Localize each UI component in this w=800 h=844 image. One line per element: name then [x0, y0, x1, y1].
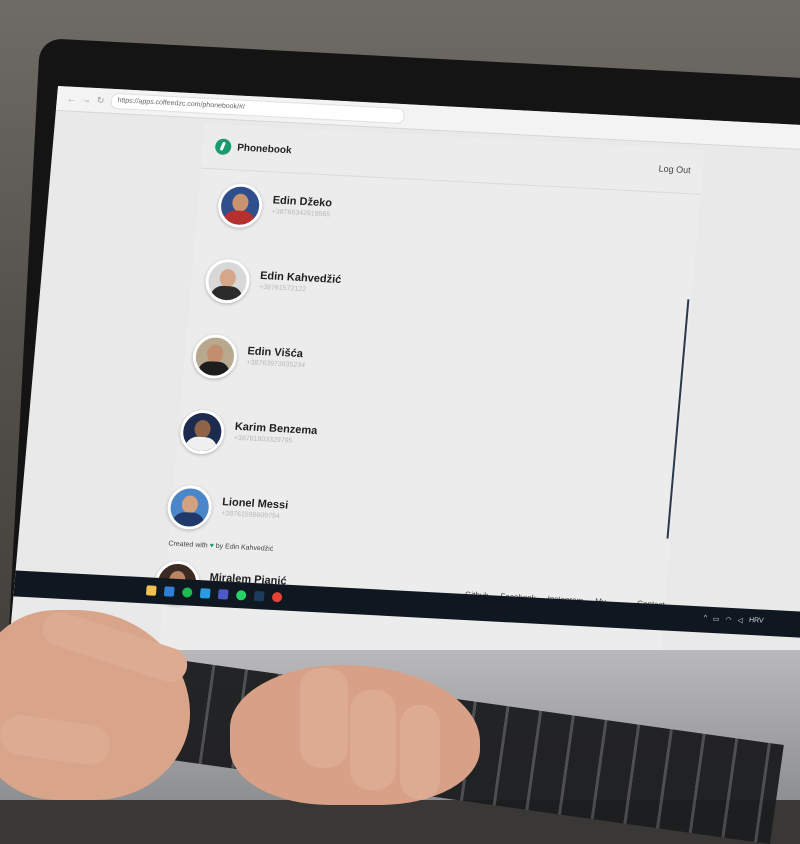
photoshop-icon[interactable] [253, 590, 265, 602]
vscode-icon[interactable] [199, 588, 211, 599]
forward-icon[interactable]: → [81, 94, 91, 104]
contact-avatar [216, 182, 265, 229]
file-explorer-icon[interactable] [145, 585, 157, 596]
phonebook-logo-icon [214, 138, 232, 156]
contact-avatar [165, 484, 214, 531]
contact-phone: +38763973935234 [246, 359, 306, 370]
heart-icon: ♥ [209, 542, 215, 550]
right-finger [300, 668, 348, 768]
contact-list: Edin Džeko +38766342919565 Edin Kahvedži… [153, 172, 700, 653]
app-title: Phonebook [236, 141, 293, 156]
chevron-up-icon[interactable]: ^ [703, 615, 707, 623]
system-tray: ^ ▭ ◠ ◁ HRV [703, 615, 764, 626]
contact-name: Edin Višća [246, 345, 304, 361]
back-icon[interactable]: ← [67, 94, 77, 104]
right-finger [400, 705, 440, 800]
contact-phone: +38766342919565 [271, 208, 331, 219]
language-indicator[interactable]: HRV [749, 617, 764, 626]
right-finger [350, 690, 396, 790]
whatsapp-icon[interactable] [235, 590, 247, 601]
wifi-icon[interactable]: ◠ [725, 616, 732, 624]
mail-icon[interactable] [163, 586, 175, 597]
teams-icon[interactable] [217, 589, 229, 600]
contact-avatar [191, 333, 239, 380]
chrome-icon[interactable] [271, 591, 283, 603]
contact-name: Lionel Messi [221, 496, 289, 512]
contact-name: Edin Džeko [272, 194, 333, 210]
logout-link[interactable]: Log Out [658, 164, 691, 176]
brand[interactable]: Phonebook [214, 138, 293, 158]
contact-phone: +38761596609754 [220, 510, 281, 521]
contact-avatar [203, 258, 252, 305]
laptop-screen: ← → ↻ https://apps.coffeedzc.com/phonebo… [7, 86, 800, 706]
contact-phone: +38761572122 [258, 283, 307, 294]
spotify-icon[interactable] [181, 587, 193, 598]
reload-icon[interactable]: ↻ [96, 95, 105, 106]
volume-icon[interactable]: ◁ [737, 616, 743, 624]
contact-avatar [178, 408, 227, 456]
contact-phone: +38761803329795 [233, 434, 293, 445]
battery-icon[interactable]: ▭ [712, 615, 719, 623]
